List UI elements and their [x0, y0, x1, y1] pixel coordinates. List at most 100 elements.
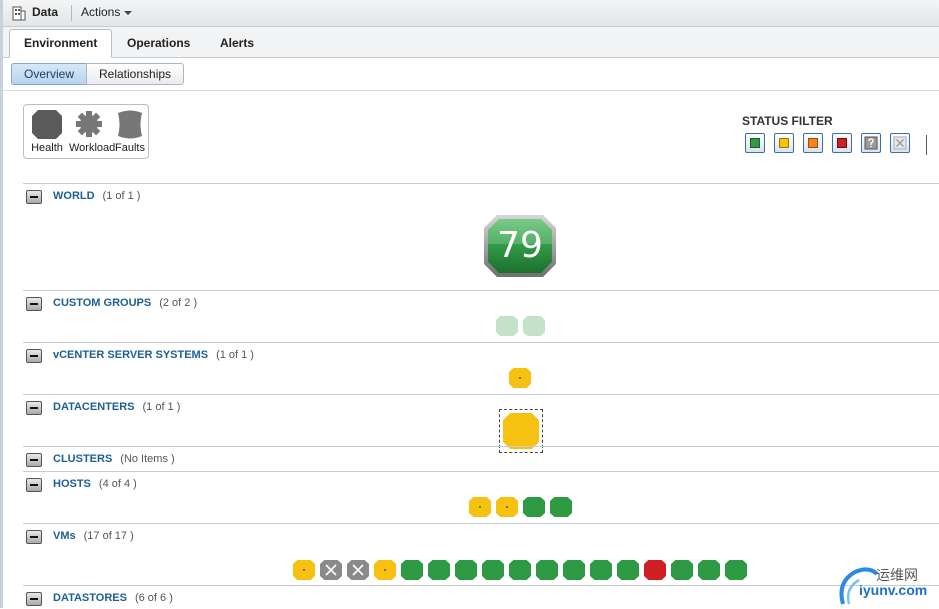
status-tile-host[interactable] [550, 497, 572, 517]
status-tile-vcenter[interactable] [509, 368, 531, 388]
section-label: DATACENTERS [53, 401, 135, 413]
section-vms: VMs (17 of 17 ) [23, 523, 939, 586]
status-tile-custom-group[interactable] [496, 316, 518, 336]
section-title-hosts[interactable]: HOSTS (4 of 4 ) [53, 478, 137, 490]
collapse-toggle-datacenters[interactable] [26, 401, 42, 415]
section-title-datacenters[interactable]: DATACENTERS (1 of 1 ) [53, 401, 180, 413]
legend-faults[interactable]: Faults [110, 105, 150, 154]
top-toolbar: Data Actions [3, 0, 939, 27]
status-tile-vm[interactable] [482, 560, 504, 580]
subtab-relationships[interactable]: Relationships [86, 63, 185, 85]
world-health-badge[interactable]: 79 [483, 214, 557, 278]
collapse-toggle-datastores[interactable] [26, 592, 42, 606]
section-count: (17 of 17 ) [83, 530, 134, 542]
section-title-custom-groups[interactable]: CUSTOM GROUPS (2 of 2 ) [53, 297, 197, 309]
gear-icon [76, 111, 102, 137]
badge-legend: Health Workload Faults [23, 104, 149, 159]
yellow-square-icon [779, 138, 789, 148]
section-clusters: CLUSTERS (No Items ) [23, 446, 939, 472]
status-tile-vm[interactable] [590, 560, 612, 580]
status-tile-vm[interactable] [347, 560, 369, 580]
x-icon [893, 136, 907, 150]
status-filter-yellow[interactable] [774, 133, 794, 153]
building-icon [12, 6, 26, 21]
status-tile-vm[interactable] [374, 560, 396, 580]
legend-health-label: Health [31, 142, 63, 154]
status-tile-vm[interactable] [644, 560, 666, 580]
status-tile-vm[interactable] [455, 560, 477, 580]
legend-faults-label: Faults [115, 142, 145, 154]
status-filter-red[interactable] [832, 133, 852, 153]
watermark-en-text: iyunv.com [859, 582, 928, 598]
status-tile-host[interactable] [496, 497, 518, 517]
status-tile-vm[interactable] [428, 560, 450, 580]
orange-square-icon [808, 138, 818, 148]
faults-badge-icon [118, 110, 142, 139]
subtab-overview[interactable]: Overview [11, 63, 88, 85]
status-filter-unknown[interactable] [861, 133, 881, 153]
section-world: WORLD (1 of 1 ) [23, 183, 939, 291]
section-count: (1 of 1 ) [142, 401, 181, 413]
question-mark-icon [864, 136, 878, 150]
legend-workload[interactable]: Workload [69, 105, 115, 154]
status-tile-vm[interactable] [725, 560, 747, 580]
collapse-toggle-hosts[interactable] [26, 478, 42, 492]
status-tile-vm[interactable] [563, 560, 585, 580]
collapse-toggle-clusters[interactable] [26, 453, 42, 467]
tab-operations[interactable]: Operations [113, 30, 204, 57]
section-title-datastores[interactable]: DATASTORES (6 of 6 ) [53, 592, 173, 604]
section-label: HOSTS [53, 478, 91, 490]
main-tabs: Environment Operations Alerts [3, 27, 939, 58]
section-count: (No Items ) [120, 453, 175, 465]
section-title-world[interactable]: WORLD (1 of 1 ) [53, 190, 140, 202]
section-count: (6 of 6 ) [134, 592, 173, 604]
section-title-vms[interactable]: VMs (17 of 17 ) [53, 530, 134, 542]
status-tile-vm[interactable] [401, 560, 423, 580]
world-health-score: 79 [497, 225, 543, 266]
section-label: vCENTER SERVER SYSTEMS [53, 349, 209, 361]
x-icon [325, 564, 337, 576]
site-watermark: 运维网 iyunv.com [833, 560, 939, 608]
section-title-vcenter[interactable]: vCENTER SERVER SYSTEMS (1 of 1 ) [53, 349, 254, 361]
actions-menu[interactable]: Actions [81, 5, 133, 19]
status-tile-vm[interactable] [536, 560, 558, 580]
status-tile-vm[interactable] [509, 560, 531, 580]
red-square-icon [837, 138, 847, 148]
status-tile-vm[interactable] [698, 560, 720, 580]
collapse-toggle-world[interactable] [26, 190, 42, 204]
collapse-toggle-custom-groups[interactable] [26, 297, 42, 311]
section-datastores: DATASTORES (6 of 6 ) [23, 585, 939, 609]
section-label: CLUSTERS [53, 453, 113, 465]
toolbar-divider [71, 5, 72, 21]
status-filter-divider [926, 135, 927, 155]
tab-alerts[interactable]: Alerts [206, 30, 268, 57]
status-filter-none[interactable] [890, 133, 910, 153]
collapse-toggle-vcenter[interactable] [26, 349, 42, 363]
x-icon [352, 564, 364, 576]
status-filter-orange[interactable] [803, 133, 823, 153]
status-tile-vm[interactable] [320, 560, 342, 580]
tab-environment[interactable]: Environment [9, 29, 113, 58]
section-title-clusters[interactable]: CLUSTERS (No Items ) [53, 453, 175, 465]
section-label: WORLD [53, 190, 95, 202]
collapse-toggle-vms[interactable] [26, 530, 42, 544]
status-tile-host[interactable] [523, 497, 545, 517]
legend-health[interactable]: Health [27, 105, 67, 154]
section-custom-groups: CUSTOM GROUPS (2 of 2 ) [23, 290, 939, 343]
green-square-icon [750, 138, 760, 148]
section-datacenters: DATACENTERS (1 of 1 ) [23, 394, 939, 447]
status-tile-vm[interactable] [671, 560, 693, 580]
section-label: CUSTOM GROUPS [53, 297, 152, 309]
status-filter-green[interactable] [745, 133, 765, 153]
section-count: (2 of 2 ) [159, 297, 198, 309]
section-label: VMs [53, 530, 76, 542]
status-tile-custom-group[interactable] [523, 316, 545, 336]
status-tile-vm[interactable] [293, 560, 315, 580]
section-label: DATASTORES [53, 592, 127, 604]
tile-dot [479, 506, 481, 508]
section-count: (1 of 1 ) [102, 190, 141, 202]
status-filter-title: STATUS FILTER [742, 114, 833, 128]
status-tile-vm[interactable] [617, 560, 639, 580]
status-tile-host[interactable] [469, 497, 491, 517]
status-tile-datacenter[interactable] [503, 413, 539, 449]
